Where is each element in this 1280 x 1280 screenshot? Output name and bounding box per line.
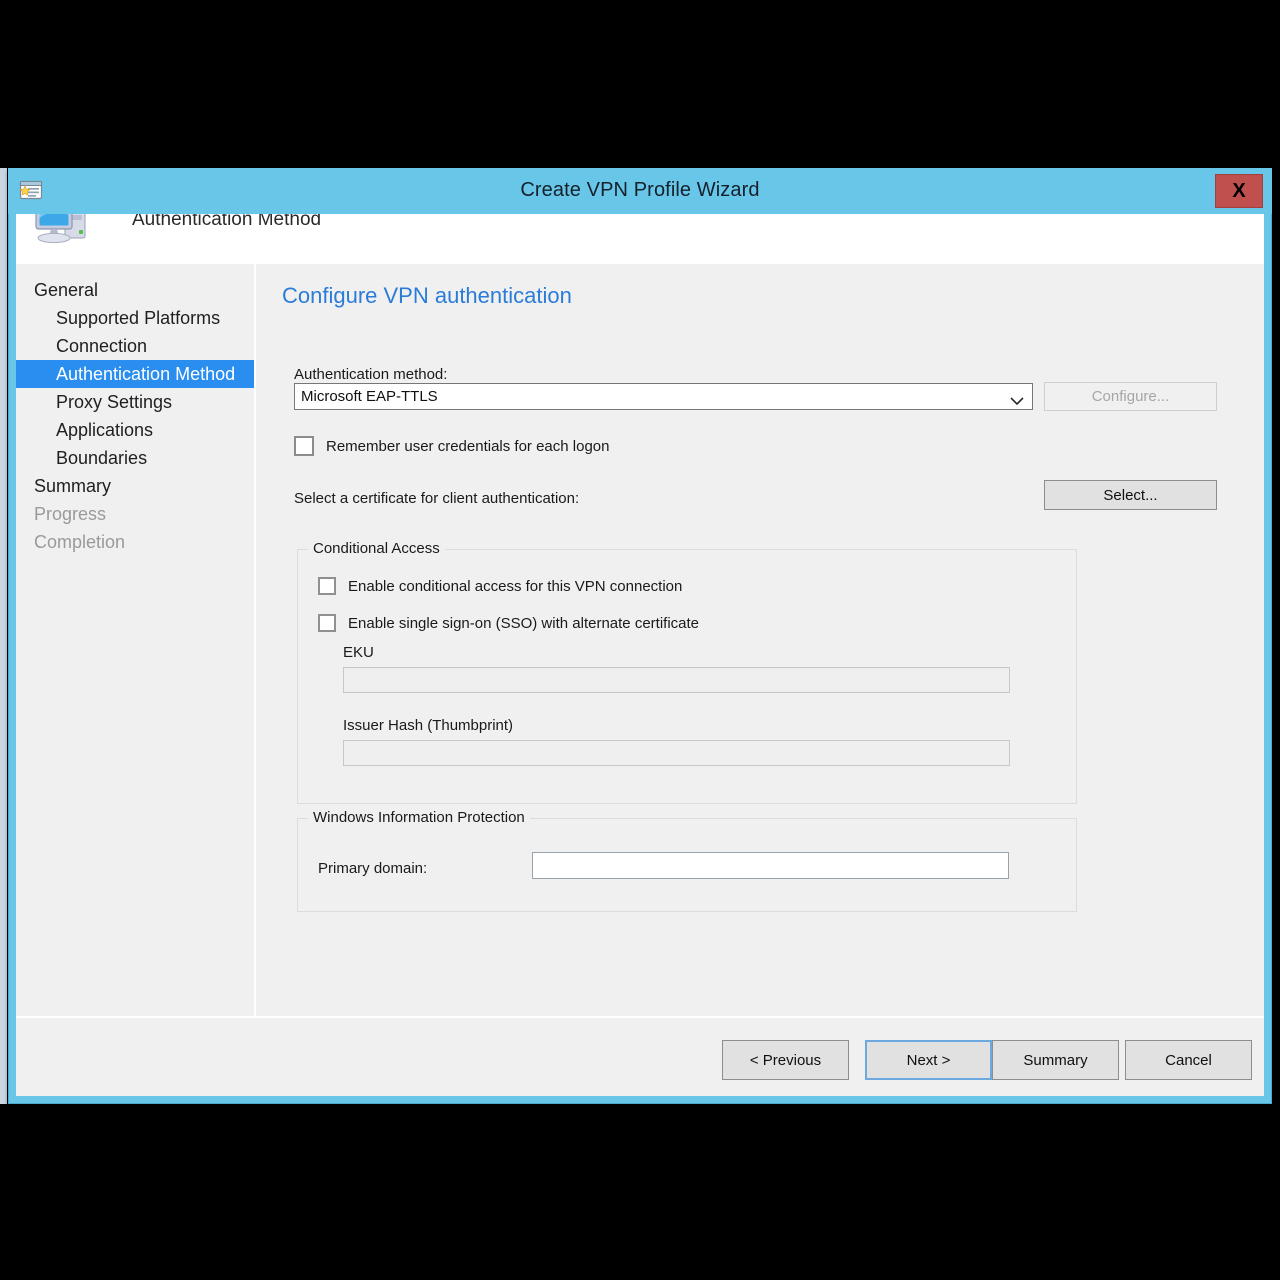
enable-sso-label[interactable]: Enable single sign-on (SSO) with alterna… (348, 615, 699, 632)
authentication-method-value: Microsoft EAP-TTLS (301, 388, 438, 405)
issuer-hash-input[interactable] (343, 740, 1010, 766)
authentication-method-label: Authentication method: (294, 366, 448, 383)
wizard-footer: < Previous Next > Summary Cancel (16, 1016, 1264, 1096)
remember-credentials-label[interactable]: Remember user credentials for each logon (326, 438, 609, 455)
sidebar-item-summary[interactable]: Summary (16, 472, 254, 500)
sidebar-item-general[interactable]: General (16, 276, 254, 304)
enable-conditional-access-row: Enable conditional access for this VPN c… (318, 577, 682, 595)
windows-information-protection-group: Windows Information Protection Primary d… (297, 809, 1077, 912)
enable-sso-row: Enable single sign-on (SSO) with alterna… (318, 614, 699, 632)
remember-credentials-checkbox[interactable] (294, 436, 314, 456)
page-title: Configure VPN authentication (282, 283, 572, 308)
wizard-page-content: Configure VPN authentication Authenticat… (256, 264, 1264, 1016)
enable-conditional-access-checkbox[interactable] (318, 577, 336, 595)
summary-button[interactable]: Summary (992, 1040, 1119, 1080)
sidebar-item-proxy-settings[interactable]: Proxy Settings (16, 388, 254, 416)
sidebar-item-boundaries[interactable]: Boundaries (16, 444, 254, 472)
cancel-button[interactable]: Cancel (1125, 1040, 1252, 1080)
sidebar-item-authentication-method[interactable]: Authentication Method (16, 360, 254, 388)
configure-button: Configure... (1044, 382, 1217, 411)
select-certificate-label: Select a certificate for client authenti… (294, 490, 580, 507)
window-client-area: Authentication Method General Supported … (16, 176, 1264, 1096)
sidebar-item-connection[interactable]: Connection (16, 332, 254, 360)
chevron-down-icon (1010, 392, 1024, 405)
sidebar-item-completion: Completion (34, 532, 126, 552)
conditional-access-legend: Conditional Access (308, 540, 445, 557)
primary-domain-input[interactable] (532, 852, 1009, 879)
issuer-hash-label: Issuer Hash (Thumbprint) (343, 717, 514, 734)
window-title: Create VPN Profile Wizard (520, 179, 760, 201)
windows-information-protection-legend: Windows Information Protection (308, 809, 530, 826)
create-vpn-profile-wizard-window: Authentication Method General Supported … (8, 168, 1272, 1104)
sidebar-item-progress: Progress (34, 504, 107, 524)
eku-label: EKU (343, 644, 374, 661)
window-left-edge-artifact (0, 168, 7, 1104)
authentication-method-dropdown[interactable]: Microsoft EAP-TTLS (294, 383, 1033, 410)
next-button[interactable]: Next > (865, 1040, 992, 1080)
close-icon[interactable]: X (1215, 174, 1263, 208)
select-certificate-button[interactable]: Select... (1044, 480, 1217, 510)
remember-credentials-row: Remember user credentials for each logon (294, 436, 609, 456)
authentication-method-combo[interactable]: Microsoft EAP-TTLS (294, 383, 1033, 410)
conditional-access-group: Conditional Access Enable conditional ac… (297, 540, 1077, 804)
wizard-step-navigation: General Supported Platforms Connection A… (16, 264, 256, 1016)
sidebar-item-supported-platforms[interactable]: Supported Platforms (16, 304, 254, 332)
primary-domain-label: Primary domain: (318, 860, 428, 877)
sidebar-item-applications[interactable]: Applications (16, 416, 254, 444)
window-title-bar[interactable]: Create VPN Profile Wizard X (8, 168, 1272, 214)
previous-button[interactable]: < Previous (722, 1040, 849, 1080)
eku-input[interactable] (343, 667, 1010, 693)
enable-sso-checkbox[interactable] (318, 614, 336, 632)
enable-conditional-access-label[interactable]: Enable conditional access for this VPN c… (348, 578, 682, 595)
wizard-body: General Supported Platforms Connection A… (16, 264, 1264, 1016)
screen: Authentication Method General Supported … (0, 0, 1280, 1280)
